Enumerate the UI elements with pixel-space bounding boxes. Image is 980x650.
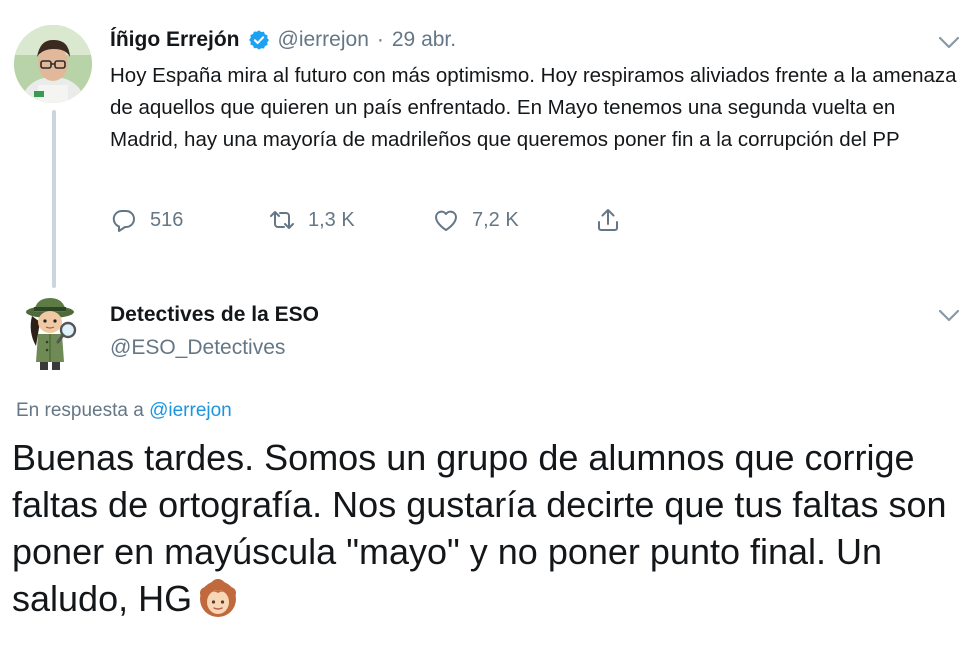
tweet1-author-name[interactable]: Íñigo Errejón <box>110 28 240 52</box>
tweet2-author-handle[interactable]: @ESO_Detectives <box>110 336 285 360</box>
header-separator: · <box>376 28 384 51</box>
retweet-button[interactable]: 1,3 K <box>268 206 432 234</box>
tweet1-date[interactable]: 29 abr. <box>392 28 456 52</box>
reply-context: En respuesta a @ierrejon <box>16 400 232 422</box>
retweet-count: 1,3 K <box>308 208 355 231</box>
like-icon <box>435 210 457 231</box>
like-button[interactable]: 7,2 K <box>432 206 594 234</box>
avatar-ierrejon[interactable] <box>14 25 92 103</box>
reply-button[interactable]: 516 <box>110 206 268 234</box>
chevron-down-icon[interactable] <box>938 36 960 50</box>
avatar-eso-detectives[interactable] <box>18 292 84 372</box>
tweet2-author-name[interactable]: Detectives de la ESO <box>110 303 319 327</box>
tweet1-actions: 516 1,3 K 7,2 K <box>110 200 622 240</box>
share-icon <box>598 209 618 231</box>
tweet2-text: Buenas tardes. Somos un grupo de alumnos… <box>12 437 947 619</box>
tweet2-text-block: Buenas tardes. Somos un grupo de alumnos… <box>12 434 962 622</box>
tweet1-text: Hoy España mira al futuro con más optimi… <box>110 64 957 151</box>
woman-face-emoji <box>200 579 237 617</box>
reply-icon <box>112 209 135 232</box>
chevron-down-icon[interactable] <box>938 309 960 323</box>
share-button[interactable] <box>594 206 622 234</box>
reply-mention-link[interactable]: @ierrejon <box>149 400 232 421</box>
reply-prefix: En respuesta a <box>16 400 144 421</box>
tweet1-header: Íñigo Errejón @ierrejon · 29 abr. <box>110 24 456 56</box>
like-count: 7,2 K <box>472 208 519 231</box>
retweet-icon <box>270 211 294 229</box>
thread-line <box>52 110 56 288</box>
tweet1-author-handle[interactable]: @ierrejon <box>278 28 369 52</box>
verified-icon <box>248 30 269 50</box>
reply-count: 516 <box>150 208 184 231</box>
